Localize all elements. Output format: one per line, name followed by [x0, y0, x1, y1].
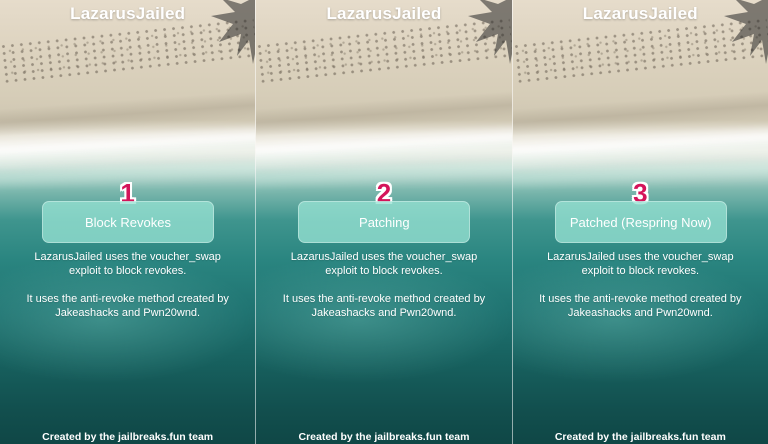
description-paragraph-2: It uses the anti-revoke method created b… [539, 293, 742, 319]
screenshot-strip: LazarusJailed 1 Block Revokes LazarusJai… [0, 0, 768, 444]
app-screen-step-3: LazarusJailed 3 Patched (Respring Now) L… [511, 0, 768, 444]
description-text: LazarusJailed uses the voucher_swap expl… [22, 250, 233, 334]
description-text: LazarusJailed uses the voucher_swap expl… [278, 250, 489, 334]
patching-button[interactable]: Patching [298, 201, 471, 243]
patched-respring-button[interactable]: Patched (Respring Now) [554, 201, 727, 243]
app-title: LazarusJailed [582, 4, 698, 23]
block-revokes-button[interactable]: Block Revokes [42, 201, 214, 243]
description-paragraph-2: It uses the anti-revoke method created b… [26, 293, 229, 319]
credits-footer: Created by the jailbreaks.fun team [554, 431, 726, 443]
app-screen-step-2: LazarusJailed 2 Patching LazarusJailed u… [255, 0, 512, 444]
description-text: LazarusJailed uses the voucher_swap expl… [535, 250, 746, 334]
description-paragraph-1: LazarusJailed uses the voucher_swap expl… [290, 251, 478, 277]
app-title: LazarusJailed [326, 4, 442, 23]
credits-footer: Created by the jailbreaks.fun team [298, 431, 470, 443]
description-paragraph-1: LazarusJailed uses the voucher_swap expl… [547, 251, 734, 277]
credits-footer: Created by the jailbreaks.fun team [42, 431, 214, 443]
app-screen-step-1: LazarusJailed 1 Block Revokes LazarusJai… [0, 0, 256, 444]
description-paragraph-1: LazarusJailed uses the voucher_swap expl… [34, 251, 221, 277]
description-paragraph-2: It uses the anti-revoke method created b… [282, 293, 486, 319]
app-title: LazarusJailed [70, 4, 186, 23]
